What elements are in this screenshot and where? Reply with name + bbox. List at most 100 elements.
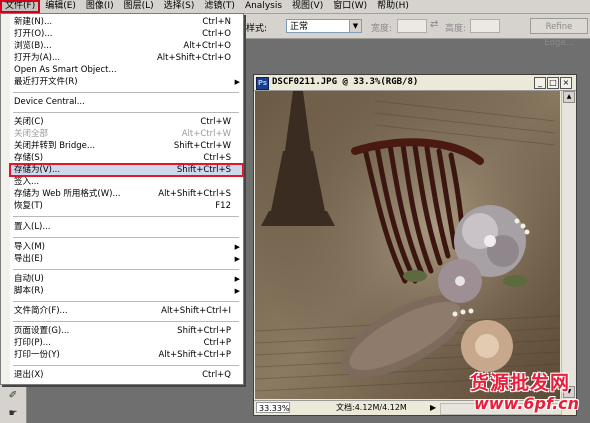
minimize-button[interactable]: _: [534, 77, 546, 89]
menu-item-label: 存储(S): [14, 153, 44, 163]
menu-separator: [13, 269, 239, 270]
menu-view[interactable]: 视图(V): [287, 0, 328, 13]
menu-item-page-setup[interactable]: 页面设置(G)... Shift+Ctrl+P: [10, 325, 243, 337]
menu-icon-strip: [1, 14, 10, 384]
menu-item-label: Open As Smart Object...: [14, 65, 117, 75]
submenu-arrow-icon: ▶: [234, 287, 240, 295]
menu-item-close[interactable]: 关闭(C) Ctrl+W: [10, 116, 243, 128]
menu-item-scripts[interactable]: 脚本(R) ▶: [10, 285, 243, 297]
watermark-url: www.6pf.cn: [474, 394, 580, 413]
menu-item-shortcut: Ctrl+S: [203, 153, 231, 163]
menu-item-label: 打开为(A)...: [14, 53, 61, 63]
maximize-button[interactable]: □: [547, 77, 559, 89]
menu-layer[interactable]: 图层(L): [119, 0, 159, 13]
refine-edge-button[interactable]: Refine Edge...: [530, 18, 588, 48]
zoom-field[interactable]: 33.33%: [256, 402, 290, 413]
hair-comb-photo: [255, 91, 560, 399]
menu-item-shortcut: Ctrl+P: [203, 338, 231, 348]
menu-item-shortcut: Shift+Ctrl+S: [176, 165, 231, 175]
close-button[interactable]: ×: [560, 77, 572, 89]
canvas-photo[interactable]: [255, 91, 560, 399]
menu-edit[interactable]: 编辑(E): [40, 0, 81, 13]
height-field[interactable]: [470, 19, 500, 33]
menu-item-label: 打开(O)...: [14, 29, 53, 39]
menu-item-label: 文件简介(F)...: [14, 306, 68, 316]
document-size: 文档:4.12M/4.12M: [336, 403, 407, 412]
menu-item-label: 恢复(T): [14, 201, 43, 211]
menu-item-open[interactable]: 打开(O)... Ctrl+O: [10, 28, 243, 40]
menu-item-label: 浏览(B)...: [14, 41, 52, 51]
style-label: 样式:: [246, 24, 268, 34]
menu-item-close-to-bridge[interactable]: 关闭并转到 Bridge... Shift+Ctrl+W: [10, 140, 243, 152]
menu-item-new[interactable]: 新建(N)... Ctrl+N: [10, 16, 243, 28]
menu-item-shortcut: Alt+Ctrl+W: [181, 129, 231, 139]
menu-separator: [13, 112, 239, 113]
menu-item-print-one-copy[interactable]: 打印一份(Y) Alt+Shift+Ctrl+P: [10, 349, 243, 361]
menu-item-label: 签入...: [14, 177, 40, 187]
menu-item-save[interactable]: 存储(S) Ctrl+S: [10, 152, 243, 164]
swap-icon[interactable]: ⇄: [430, 19, 438, 30]
menu-analysis[interactable]: Analysis: [240, 0, 287, 13]
style-select[interactable]: 正常 ▼: [286, 19, 362, 33]
scroll-up-icon[interactable]: ▲: [563, 91, 575, 103]
menu-item-label: 最近打开文件(R): [14, 77, 78, 87]
menu-item-shortcut: Alt+Shift+Ctrl+P: [158, 350, 231, 360]
menu-item-exit[interactable]: 退出(X) Ctrl+Q: [10, 369, 243, 381]
menu-separator: [13, 92, 239, 93]
menu-item-browse[interactable]: 浏览(B)... Alt+Ctrl+O: [10, 40, 243, 52]
document-titlebar[interactable]: Ps DSCF0211.JPG @ 33.3%(RGB/8) _ □ ×: [254, 75, 576, 91]
menu-item-shortcut: Alt+Shift+Ctrl+I: [161, 306, 231, 316]
document-title: DSCF0211.JPG @ 33.3%(RGB/8): [272, 77, 419, 87]
menu-item-export[interactable]: 导出(E) ▶: [10, 253, 243, 265]
menu-item-shortcut: Alt+Shift+Ctrl+O: [156, 53, 231, 63]
vertical-scrollbar[interactable]: ▲ ▼: [561, 91, 576, 399]
menu-item-shortcut: Ctrl+N: [202, 17, 231, 27]
menu-item-recent-files[interactable]: 最近打开文件(R) ▶: [10, 76, 243, 88]
menu-item-label: 导入(M): [14, 242, 45, 252]
menu-image[interactable]: 图像(I): [81, 0, 119, 13]
menu-item-print[interactable]: 打印(P)... Ctrl+P: [10, 337, 243, 349]
menu-item-open-as[interactable]: 打开为(A)... Alt+Shift+Ctrl+O: [10, 52, 243, 64]
width-label: 宽度:: [371, 24, 393, 34]
photoshop-doc-icon: Ps: [256, 77, 269, 90]
menu-item-label: 导出(E): [14, 254, 44, 264]
file-menu: 新建(N)... Ctrl+N 打开(O)... Ctrl+O 浏览(B)...…: [0, 13, 244, 385]
width-field[interactable]: [397, 19, 427, 33]
menu-item-label: 自动(U): [14, 274, 44, 284]
menu-item-file-info[interactable]: 文件简介(F)... Alt+Shift+Ctrl+I: [10, 305, 243, 317]
menu-item-shortcut: Alt+Ctrl+O: [183, 41, 231, 51]
submenu-arrow-icon: ▶: [234, 243, 240, 251]
menu-item-revert[interactable]: 恢复(T) F12: [10, 200, 243, 212]
menu-item-save-for-web[interactable]: 存储为 Web 所用格式(W)... Alt+Shift+Ctrl+S: [10, 188, 243, 200]
chevron-down-icon: ▼: [349, 20, 361, 32]
menu-item-shortcut: Ctrl+Q: [202, 370, 231, 380]
menu-select[interactable]: 选择(S): [159, 0, 200, 13]
menu-item-automate[interactable]: 自动(U) ▶: [10, 273, 243, 285]
menu-item-label: Device Central...: [14, 97, 85, 107]
menu-separator: [13, 365, 239, 366]
menu-item-device-central[interactable]: Device Central...: [10, 96, 243, 108]
smudge-tool-icon[interactable]: ☛: [6, 408, 20, 420]
menu-window[interactable]: 窗口(W): [328, 0, 372, 13]
menu-help[interactable]: 帮助(H): [372, 0, 414, 13]
menu-filter[interactable]: 滤镜(T): [199, 0, 240, 13]
menu-item-import[interactable]: 导入(M) ▶: [10, 241, 243, 253]
eraser-tool-icon[interactable]: ✐: [6, 390, 20, 402]
menu-item-label: 存储为(V)...: [14, 165, 61, 175]
menu-item-open-smart-object[interactable]: Open As Smart Object...: [10, 64, 243, 76]
menu-item-label: 退出(X): [14, 370, 44, 380]
menu-item-check-in[interactable]: 签入...: [10, 176, 243, 188]
menu-item-place[interactable]: 置入(L)...: [10, 221, 243, 233]
menu-item-label: 打印一份(Y): [14, 350, 60, 360]
menu-item-label: 置入(L)...: [14, 222, 51, 232]
menu-item-shortcut: Alt+Shift+Ctrl+S: [158, 189, 231, 199]
submenu-arrow-icon: ▶: [234, 78, 240, 86]
menu-item-label: 关闭并转到 Bridge...: [14, 141, 96, 151]
menu-item-save-as[interactable]: 存储为(V)... Shift+Ctrl+S: [9, 163, 244, 177]
menu-separator: [13, 237, 239, 238]
status-menu-arrow-icon[interactable]: ▶: [430, 402, 436, 414]
menu-item-label: 存储为 Web 所用格式(W)...: [14, 189, 121, 199]
menu-item-shortcut: Ctrl+W: [200, 117, 231, 127]
height-label: 高度:: [445, 24, 467, 34]
menu-file[interactable]: 文件(F): [0, 0, 41, 13]
